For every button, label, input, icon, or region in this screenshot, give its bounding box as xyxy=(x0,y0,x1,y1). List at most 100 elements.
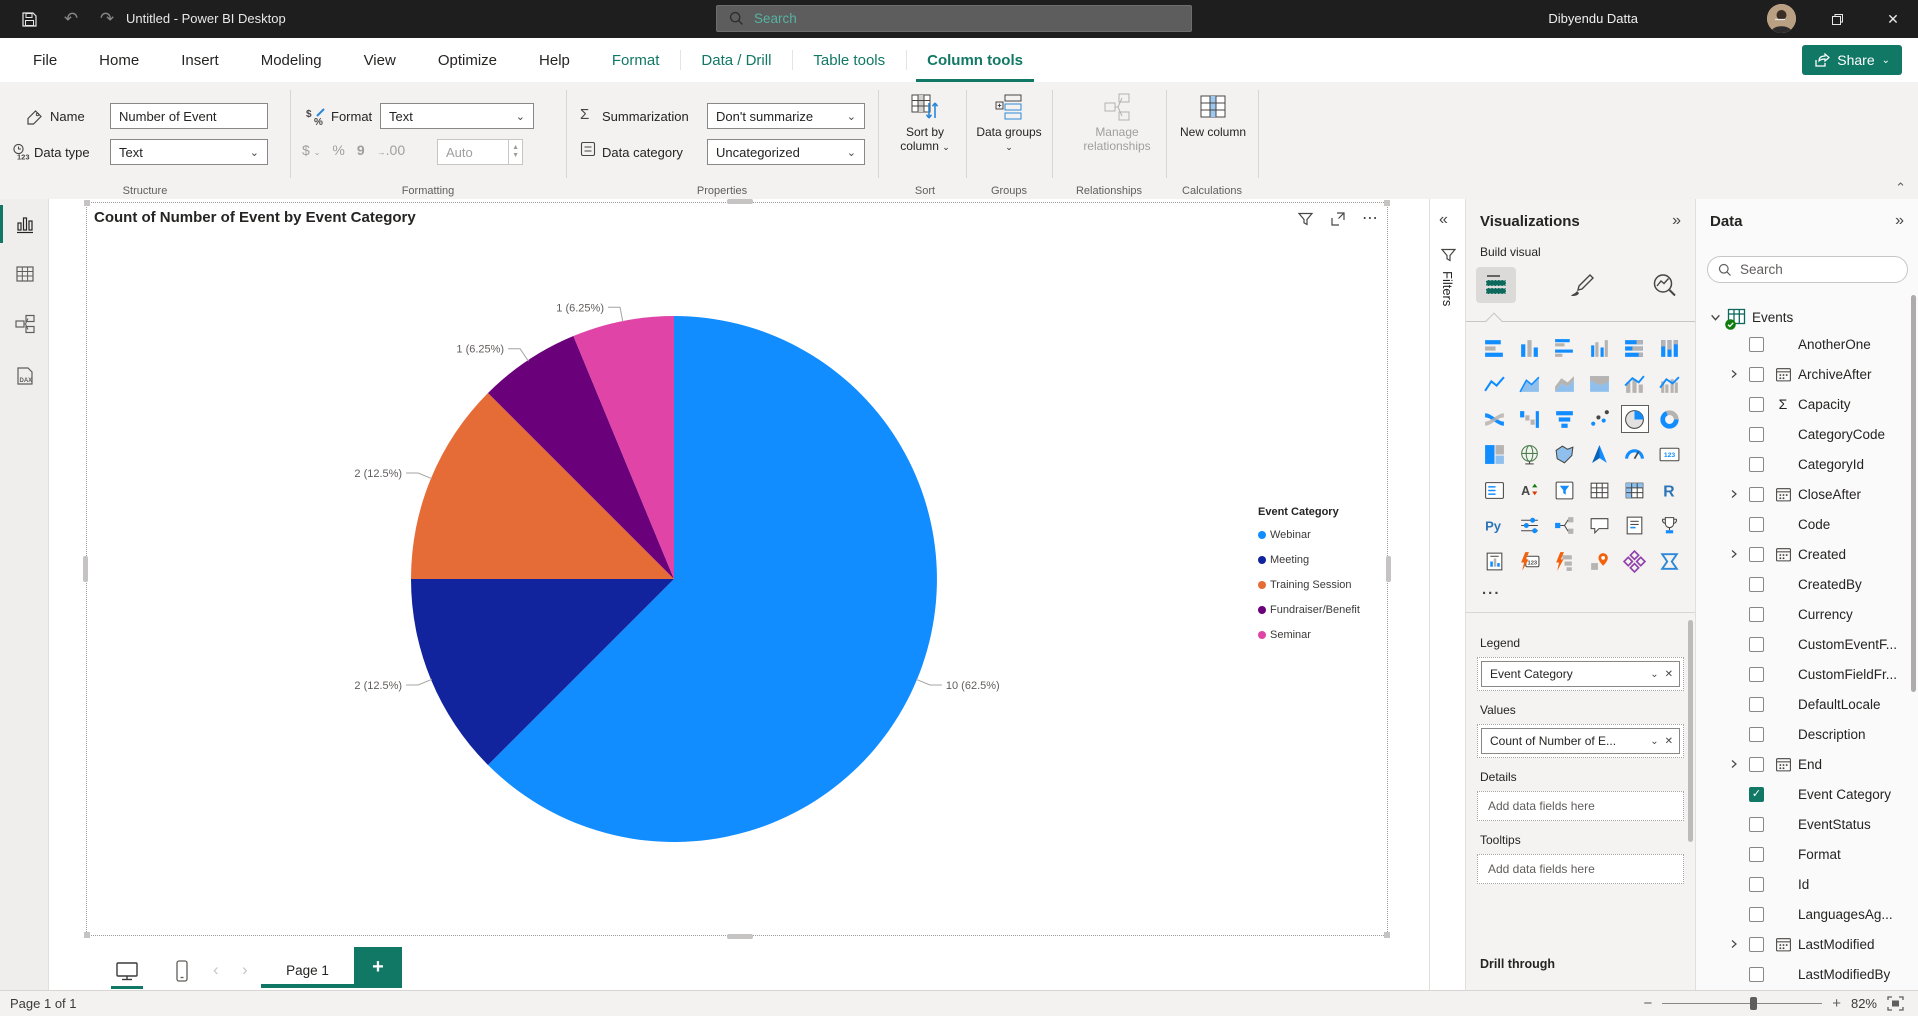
menu-item-view[interactable]: View xyxy=(343,38,417,82)
field-checkbox[interactable] xyxy=(1749,367,1764,382)
field-checkbox[interactable] xyxy=(1749,907,1764,922)
stacked-area-chart-icon[interactable] xyxy=(1551,370,1579,398)
stepper-buttons[interactable]: ▲▼ xyxy=(508,140,522,164)
table-icon[interactable] xyxy=(1586,476,1614,504)
field-row-createdby[interactable]: CreatedBy xyxy=(1696,569,1918,599)
pie-chart-icon[interactable] xyxy=(1621,405,1649,433)
clustered-column-chart-icon[interactable] xyxy=(1586,335,1614,363)
close-button[interactable]: ✕ xyxy=(1868,0,1918,38)
minimize-button[interactable] xyxy=(1755,0,1805,38)
field-row-categorycode[interactable]: CategoryCode xyxy=(1696,419,1918,449)
menu-item-help[interactable]: Help xyxy=(518,38,591,82)
get-more-visuals-button[interactable]: ... xyxy=(1482,581,1501,598)
field-checkbox[interactable] xyxy=(1749,397,1764,412)
fit-to-page-icon[interactable] xyxy=(1887,996,1904,1011)
chevron-down-icon[interactable]: ⌄ xyxy=(1650,669,1658,680)
expand-filters-icon[interactable]: « xyxy=(1439,211,1448,229)
card-icon[interactable]: 123 xyxy=(1656,441,1684,469)
field-checkbox[interactable] xyxy=(1749,427,1764,442)
field-checkbox[interactable] xyxy=(1749,667,1764,682)
summarization-select[interactable]: Don't summarize⌄ xyxy=(707,103,865,129)
decimal-places-button[interactable]: →.00 xyxy=(377,142,405,158)
field-checkbox[interactable] xyxy=(1749,517,1764,532)
currency-format-button[interactable]: $ ⌄ xyxy=(302,142,320,158)
contextual-tab-format[interactable]: Format xyxy=(591,38,681,82)
field-row-code[interactable]: Code xyxy=(1696,509,1918,539)
drag-handle[interactable] xyxy=(727,934,753,939)
field-checkbox[interactable]: ✓ xyxy=(1749,787,1764,802)
paginated-report-icon[interactable] xyxy=(1481,547,1509,575)
r-script-visual-icon[interactable]: R xyxy=(1656,476,1684,504)
data-category-select[interactable]: Uncategorized⌄ xyxy=(707,139,865,165)
area-chart-icon[interactable] xyxy=(1516,370,1544,398)
contextual-tab-data-drill[interactable]: Data / Drill xyxy=(680,38,792,82)
line-and-stacked-column-chart-icon[interactable] xyxy=(1621,370,1649,398)
field-row-customeventf[interactable]: CustomEventF... xyxy=(1696,629,1918,659)
data-type-select[interactable]: Text⌄ xyxy=(110,139,268,165)
decomposition-tree-icon[interactable] xyxy=(1551,512,1579,540)
100-stacked-column-chart-icon[interactable] xyxy=(1656,335,1684,363)
remove-field-icon[interactable]: ✕ xyxy=(1665,669,1673,680)
field-row-customfieldfr[interactable]: CustomFieldFr... xyxy=(1696,659,1918,689)
zoom-out-icon[interactable]: − xyxy=(1643,995,1652,1012)
field-row-description[interactable]: Description xyxy=(1696,719,1918,749)
name-field[interactable] xyxy=(110,103,268,129)
legend-item-fundraiser-benefit[interactable]: Fundraiser/Benefit xyxy=(1258,597,1386,622)
azure-map-icon[interactable] xyxy=(1586,441,1614,469)
visio-visual-icon[interactable] xyxy=(1621,547,1649,575)
q-and-a-icon[interactable] xyxy=(1586,512,1614,540)
global-search-box[interactable]: Search xyxy=(716,5,1192,32)
donut-chart-icon[interactable] xyxy=(1656,405,1684,433)
field-row-closeafter[interactable]: CloseAfter xyxy=(1696,479,1918,509)
collapse-data-pane-icon[interactable]: » xyxy=(1895,212,1904,230)
chevron-right-icon[interactable] xyxy=(1729,939,1749,949)
table-node-events[interactable]: Events xyxy=(1710,302,1793,332)
field-checkbox[interactable] xyxy=(1749,757,1764,772)
field-row-currency[interactable]: Currency xyxy=(1696,599,1918,629)
field-checkbox[interactable] xyxy=(1749,637,1764,652)
page-tab[interactable]: Page 1 xyxy=(261,952,354,988)
drag-handle[interactable] xyxy=(727,199,753,204)
share-button[interactable]: Share ⌄ xyxy=(1802,45,1902,75)
pie-chart-visual[interactable]: Count of Number of Event by Event Catego… xyxy=(86,202,1388,936)
field-checkbox[interactable] xyxy=(1749,877,1764,892)
scrollbar-thumb[interactable] xyxy=(1911,295,1916,692)
zoom-slider-thumb[interactable] xyxy=(1750,997,1757,1010)
scrollbar-thumb[interactable] xyxy=(1688,620,1693,842)
data-search-box[interactable]: Search xyxy=(1707,256,1908,283)
well-tooltips[interactable]: Add data fields here xyxy=(1477,854,1684,884)
python-visual-icon[interactable]: Py xyxy=(1481,512,1509,540)
dax-query-view-button[interactable]: DAX xyxy=(0,355,49,399)
field-checkbox[interactable] xyxy=(1749,487,1764,502)
desktop-layout-button[interactable] xyxy=(109,956,145,986)
chevron-right-icon[interactable] xyxy=(1729,759,1749,769)
contextual-tab-table-tools[interactable]: Table tools xyxy=(792,38,906,82)
build-visual-tab[interactable] xyxy=(1476,267,1516,303)
field-row-lastmodifiedby[interactable]: LastModifiedBy xyxy=(1696,959,1918,989)
percent-format-button[interactable]: % xyxy=(332,142,344,158)
chevron-right-icon[interactable] xyxy=(1729,549,1749,559)
power-automate-flow-icon[interactable] xyxy=(1656,547,1684,575)
100-stacked-area-chart-icon[interactable] xyxy=(1586,370,1614,398)
field-checkbox[interactable] xyxy=(1749,547,1764,562)
field-pill-count-of-number-of-e[interactable]: Count of Number of E...⌄✕ xyxy=(1481,728,1680,754)
filled-map-icon[interactable] xyxy=(1551,441,1579,469)
field-checkbox[interactable] xyxy=(1749,817,1764,832)
arcgis-map-icon[interactable] xyxy=(1586,547,1614,575)
funnel-chart-icon[interactable] xyxy=(1551,405,1579,433)
redo-icon[interactable]: ↷ xyxy=(96,8,118,30)
ribbon-chart-icon[interactable] xyxy=(1481,405,1509,433)
remove-field-icon[interactable]: ✕ xyxy=(1665,736,1673,747)
legend-item-training-session[interactable]: Training Session xyxy=(1258,572,1386,597)
field-checkbox[interactable] xyxy=(1749,937,1764,952)
contextual-tab-column-tools[interactable]: Column tools xyxy=(906,38,1044,82)
analytics-tab[interactable] xyxy=(1644,267,1684,303)
chevron-down-icon[interactable] xyxy=(1710,312,1721,323)
stacked-column-chart-icon[interactable] xyxy=(1516,335,1544,363)
chevron-right-icon[interactable] xyxy=(1729,369,1749,379)
zoom-slider[interactable] xyxy=(1662,1003,1822,1004)
field-row-created[interactable]: Created xyxy=(1696,539,1918,569)
line-chart-icon[interactable] xyxy=(1481,370,1509,398)
line-and-clustered-column-chart-icon[interactable] xyxy=(1656,370,1684,398)
field-row-event-category[interactable]: ✓Event Category xyxy=(1696,779,1918,809)
